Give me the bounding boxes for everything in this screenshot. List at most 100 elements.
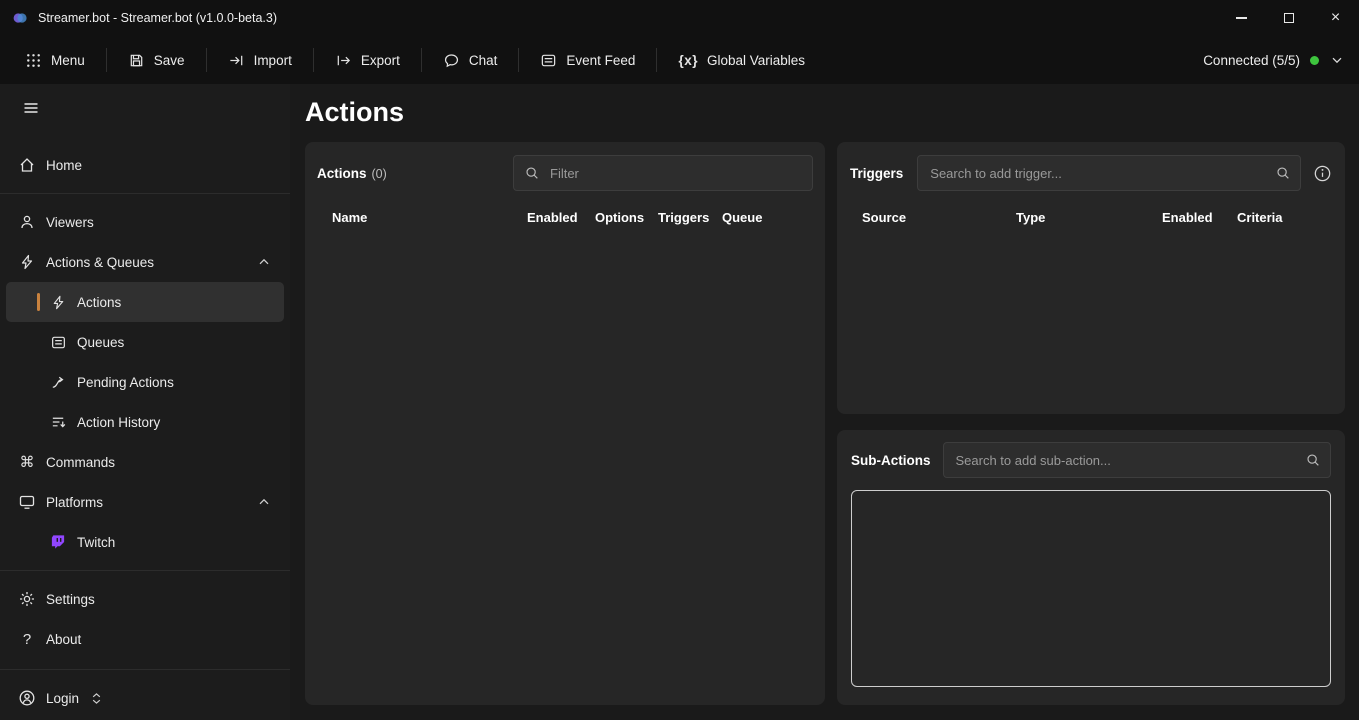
lightning-bolt-icon [49, 294, 67, 311]
content-area: Actions (0) Name Enabled [305, 142, 1345, 705]
triggers-table-header: Source Type Enabled Criteria [850, 210, 1332, 225]
column-triggers[interactable]: Triggers [658, 210, 722, 225]
login-user-icon [18, 689, 36, 707]
toolbar-separator [421, 48, 422, 72]
event-feed-button[interactable]: Event Feed [529, 44, 646, 77]
sidebar-item-label: Twitch [77, 535, 115, 550]
column-queue[interactable]: Queue [722, 210, 813, 225]
export-button[interactable]: Export [324, 44, 411, 77]
app-logo-icon [12, 10, 28, 26]
triggers-panel: Triggers [837, 142, 1345, 414]
platforms-icon [18, 493, 36, 511]
chat-button[interactable]: Chat [432, 44, 509, 77]
global-variables-label: Global Variables [707, 53, 805, 68]
subactions-panel: Sub-Actions [837, 430, 1345, 705]
window-controls: × [1218, 0, 1359, 36]
filter-input[interactable] [513, 155, 813, 191]
titlebar: Streamer.bot - Streamer.bot (v1.0.0-beta… [0, 0, 1359, 36]
actions-count: (0) [372, 167, 387, 181]
sidebar-divider [0, 669, 290, 670]
import-icon [228, 52, 245, 69]
sidebar: Home Viewers [0, 84, 290, 720]
connection-status-dot [1310, 56, 1319, 65]
pending-actions-icon [49, 374, 67, 391]
import-button[interactable]: Import [217, 44, 303, 77]
minimize-icon [1236, 17, 1247, 18]
chevron-up-icon [256, 494, 272, 510]
sidebar-item-action-history[interactable]: Action History [6, 402, 284, 442]
sidebar-item-label: Commands [46, 455, 115, 470]
chevron-up-icon [256, 254, 272, 270]
sidebar-item-actions[interactable]: Actions [6, 282, 284, 322]
queues-icon [49, 334, 67, 351]
sidebar-item-about[interactable]: ? About [6, 619, 284, 659]
close-icon: × [1331, 10, 1340, 26]
import-label: Import [254, 53, 292, 68]
sidebar-item-platforms[interactable]: Platforms [6, 482, 284, 522]
event-feed-label: Event Feed [566, 53, 635, 68]
gear-icon [18, 590, 36, 608]
sidebar-item-pending-actions[interactable]: Pending Actions [6, 362, 284, 402]
sidebar-item-label: Actions & Queues [46, 255, 154, 270]
global-variables-button[interactable]: {x} Global Variables [667, 45, 816, 76]
sidebar-item-label: About [46, 632, 81, 647]
action-history-icon [49, 414, 67, 431]
sidebar-item-label: Viewers [46, 215, 94, 230]
sidebar-item-queues[interactable]: Queues [6, 322, 284, 362]
column-name[interactable]: Name [317, 210, 527, 225]
sidebar-item-commands[interactable]: ⌘ Commands [6, 442, 284, 482]
actions-table-body-empty [317, 225, 813, 692]
connection-status[interactable]: Connected (5/5) [1203, 52, 1345, 68]
sidebar-item-label: Home [46, 158, 82, 173]
column-enabled[interactable]: Enabled [1162, 210, 1237, 225]
toolbar-separator [206, 48, 207, 72]
triggers-info-button[interactable] [1313, 164, 1332, 183]
sidebar-item-label: Pending Actions [77, 375, 174, 390]
connection-status-label: Connected (5/5) [1203, 53, 1300, 68]
viewers-icon [18, 213, 36, 231]
sidebar-item-settings[interactable]: Settings [6, 579, 284, 619]
minimize-button[interactable] [1218, 0, 1265, 36]
toolbar: Menu Save Import [0, 36, 1359, 84]
subactions-list-area[interactable] [851, 490, 1331, 687]
sidebar-toggle-button[interactable] [22, 99, 290, 117]
sidebar-item-label: Login [46, 691, 79, 706]
column-criteria[interactable]: Criteria [1237, 210, 1332, 225]
sidebar-item-label: Action History [77, 415, 160, 430]
toolbar-separator [656, 48, 657, 72]
trigger-search-input[interactable] [917, 155, 1301, 191]
sidebar-item-label: Queues [77, 335, 124, 350]
search-icon [524, 165, 540, 181]
question-mark-icon: ? [18, 632, 36, 647]
export-label: Export [361, 53, 400, 68]
lightning-bolt-icon [18, 253, 36, 271]
subaction-search-input[interactable] [943, 442, 1332, 478]
sidebar-item-home[interactable]: Home [6, 145, 284, 185]
actions-panel-title-text: Actions [317, 166, 367, 181]
save-icon [128, 52, 145, 69]
sidebar-item-viewers[interactable]: Viewers [6, 202, 284, 242]
column-type[interactable]: Type [1016, 210, 1162, 225]
column-options[interactable]: Options [595, 210, 658, 225]
sidebar-footer: Login [0, 661, 290, 720]
sidebar-item-label: Actions [77, 295, 121, 310]
save-button[interactable]: Save [117, 44, 196, 77]
window-title: Streamer.bot - Streamer.bot (v1.0.0-beta… [38, 11, 277, 25]
connection-chevron-down-icon[interactable] [1329, 52, 1345, 68]
search-icon [1275, 165, 1291, 181]
sidebar-item-actions-queues[interactable]: Actions & Queues [6, 242, 284, 282]
actions-panel-title: Actions (0) [317, 166, 387, 181]
sidebar-item-login[interactable]: Login [6, 678, 116, 718]
save-label: Save [154, 53, 185, 68]
sidebar-item-twitch[interactable]: Twitch [6, 522, 284, 562]
close-button[interactable]: × [1312, 0, 1359, 36]
menu-button[interactable]: Menu [14, 44, 96, 77]
trigger-search [917, 155, 1301, 191]
command-icon: ⌘ [18, 455, 36, 470]
column-enabled[interactable]: Enabled [527, 210, 595, 225]
sidebar-item-label: Platforms [46, 495, 103, 510]
event-feed-icon [540, 52, 557, 69]
maximize-button[interactable] [1265, 0, 1312, 36]
actions-table-header: Name Enabled Options Triggers Queue [317, 210, 813, 225]
column-source[interactable]: Source [850, 210, 1016, 225]
